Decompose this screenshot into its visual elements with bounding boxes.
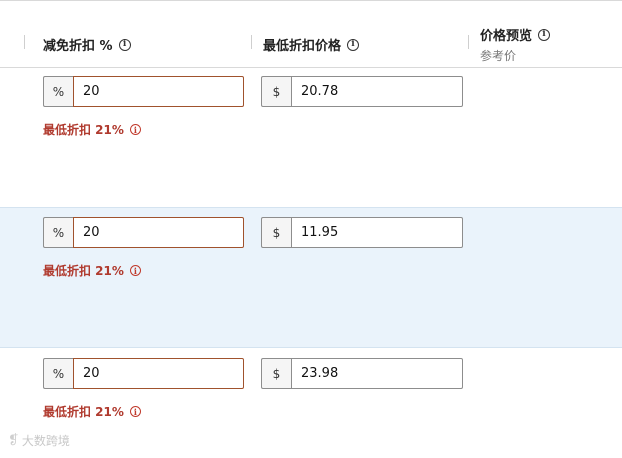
column-header-min-price-label: 最低折扣价格	[263, 39, 342, 54]
min-discount-warning: 最低折扣 21% i	[43, 262, 141, 279]
wechat-logo-icon: ❡	[8, 433, 19, 448]
discount-input-group: %	[43, 358, 244, 389]
watermark: ❡ 大数跨境	[8, 432, 70, 449]
percent-addon: %	[43, 217, 73, 248]
discount-input-group: %	[43, 76, 244, 107]
warning-info-icon[interactable]: i	[129, 265, 141, 276]
discount-percent-input[interactable]	[73, 358, 244, 389]
discount-percent-input[interactable]	[73, 76, 244, 107]
table-header: 减免折扣 % i 最低折扣价格 i 价格预览 i 参考价	[0, 0, 622, 68]
watermark-text: 大数跨境	[21, 434, 70, 448]
min-price-input[interactable]	[291, 76, 463, 107]
table-row: % 最低折扣 21% i $	[0, 207, 622, 348]
table-row: % 最低折扣 21% i $	[0, 68, 622, 207]
discount-input-group: %	[43, 217, 244, 248]
info-icon[interactable]: i	[538, 28, 551, 41]
warning-info-icon[interactable]: i	[129, 124, 141, 135]
column-divider	[251, 35, 252, 49]
currency-addon: $	[261, 76, 291, 107]
discount-percent-input[interactable]	[73, 217, 244, 248]
min-discount-warning-text: 最低折扣 21%	[43, 405, 124, 419]
currency-addon: $	[261, 217, 291, 248]
column-divider	[24, 35, 25, 49]
currency-addon: $	[261, 358, 291, 389]
min-price-input-group: $	[261, 358, 463, 389]
min-price-input[interactable]	[291, 358, 463, 389]
column-header-discount: 减免折扣 % i	[43, 35, 131, 54]
info-icon[interactable]: i	[347, 38, 360, 51]
min-discount-warning: 最低折扣 21% i	[43, 121, 141, 138]
column-divider	[468, 35, 469, 49]
column-header-discount-label: 减免折扣 %	[43, 39, 113, 54]
min-discount-warning: 最低折扣 21% i	[43, 403, 141, 420]
min-discount-warning-text: 最低折扣 21%	[43, 123, 124, 137]
min-price-input[interactable]	[291, 217, 463, 248]
min-price-input-group: $	[261, 76, 463, 107]
percent-addon: %	[43, 358, 73, 389]
column-subtitle-reference-price: 参考价	[480, 49, 517, 63]
warning-info-icon[interactable]: i	[129, 406, 141, 417]
column-header-price-preview-label: 价格预览	[480, 29, 533, 44]
percent-addon: %	[43, 76, 73, 107]
column-header-price-preview: 价格预览 i	[480, 25, 551, 44]
column-header-min-price: 最低折扣价格 i	[263, 35, 360, 54]
table-row: % 最低折扣 21% i $	[0, 348, 622, 458]
info-icon[interactable]: i	[118, 38, 131, 51]
min-discount-warning-text: 最低折扣 21%	[43, 264, 124, 278]
min-price-input-group: $	[261, 217, 463, 248]
